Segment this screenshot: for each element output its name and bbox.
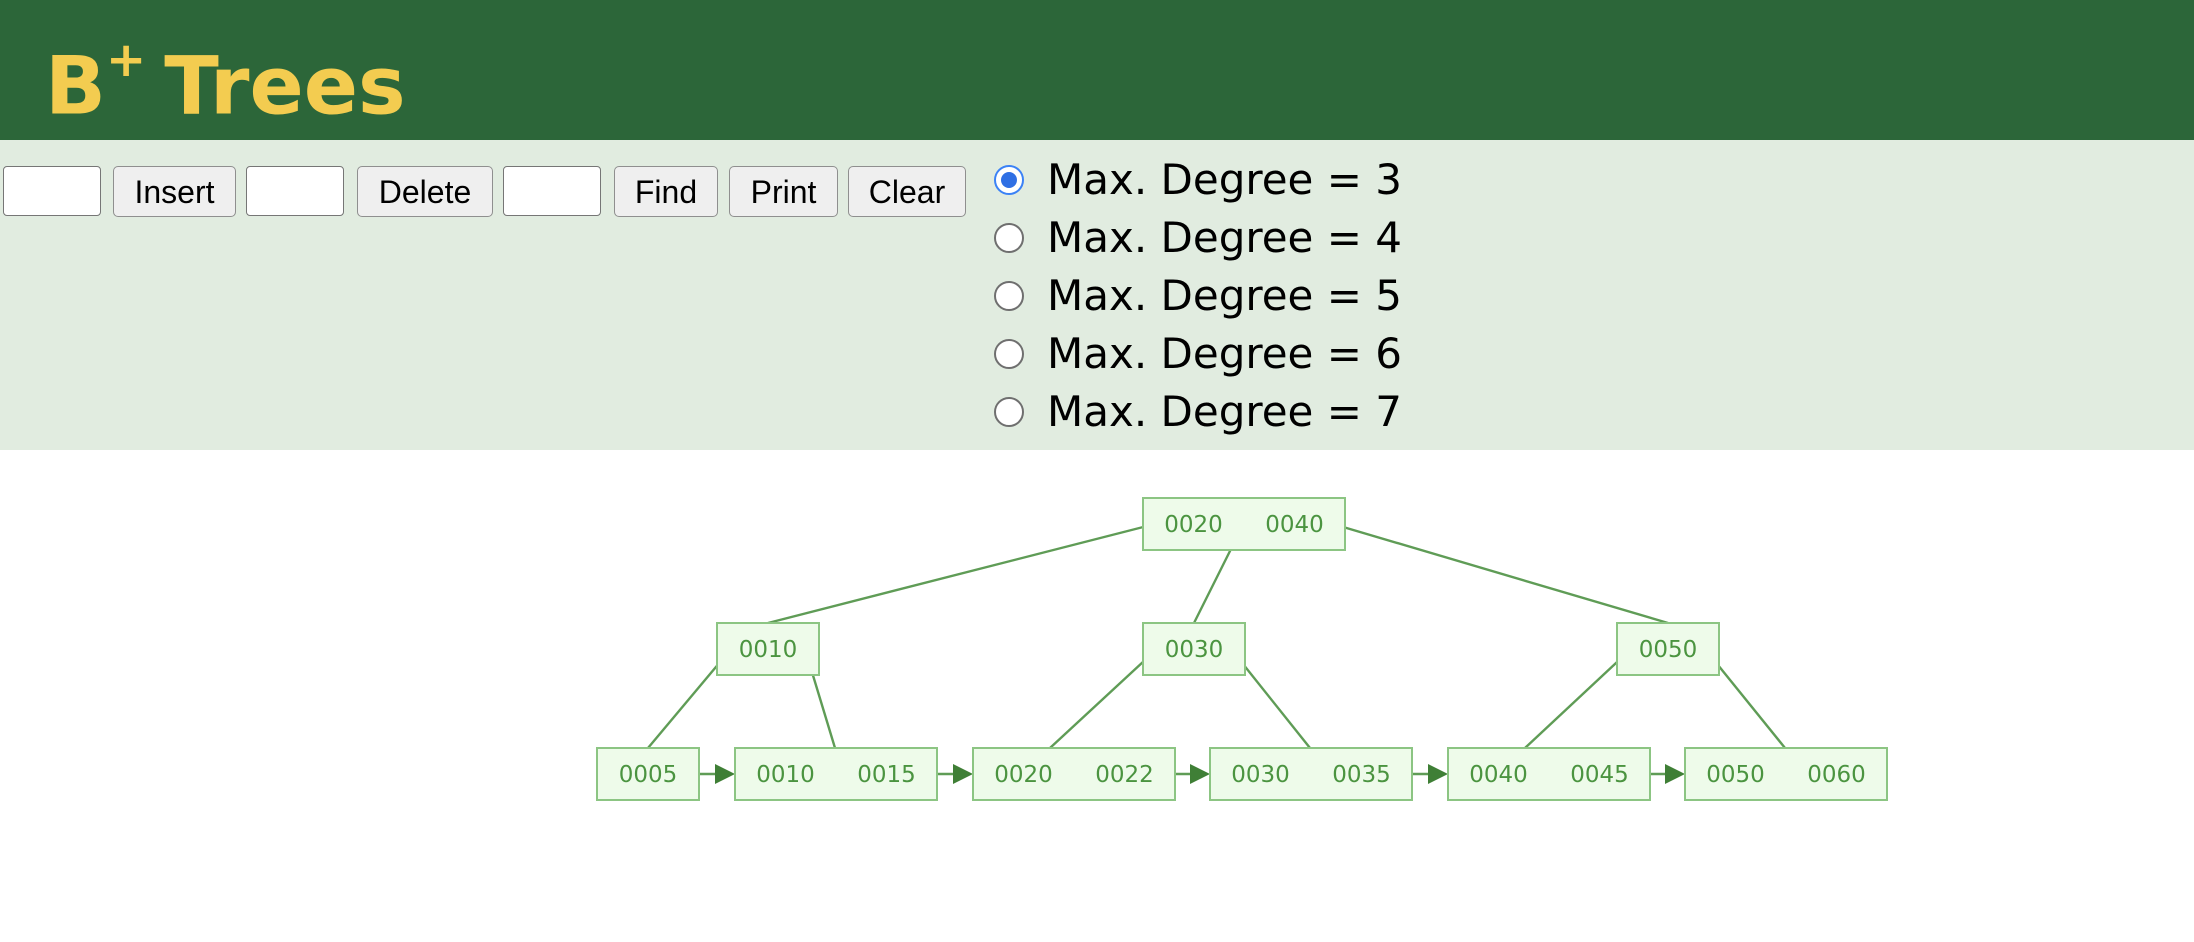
degree-option-5[interactable]: Max. Degree = 5 (994, 273, 1402, 319)
node-key: 0040 (1469, 762, 1528, 788)
title-rest: Trees (164, 39, 406, 133)
degree-option-3[interactable]: Max. Degree = 3 (994, 157, 1402, 203)
insert-input[interactable] (3, 166, 101, 216)
internal-node-1: 0010 (716, 622, 820, 676)
degree-radio-4[interactable] (994, 223, 1024, 253)
leaf-node-3: 0020 0022 (972, 747, 1176, 801)
root-node: 0020 0040 (1142, 497, 1346, 551)
degree-radio-6[interactable] (994, 339, 1024, 369)
page-title: B+ Trees (45, 20, 406, 137)
degree-label-3: Max. Degree = 3 (1047, 155, 1403, 204)
degree-radio-5[interactable] (994, 281, 1024, 311)
arrow-right-icon (1190, 764, 1210, 784)
leaf-node-1: 0005 (596, 747, 700, 801)
find-input[interactable] (503, 166, 601, 216)
arrow-right-icon (1428, 764, 1448, 784)
delete-input[interactable] (246, 166, 344, 216)
tree-edge (1049, 648, 1158, 749)
leaf-node-5: 0040 0045 (1447, 747, 1651, 801)
degree-label-6: Max. Degree = 6 (1047, 329, 1403, 378)
arrow-right-icon (715, 764, 735, 784)
degree-option-4[interactable]: Max. Degree = 4 (994, 215, 1402, 261)
node-key: 0010 (756, 762, 815, 788)
node-key: 0015 (857, 762, 916, 788)
tree-edge (1524, 648, 1632, 749)
tree-edge (1332, 522, 1669, 625)
node-key: 0045 (1570, 762, 1629, 788)
internal-node-3: 0050 (1616, 622, 1720, 676)
node-key: 0030 (1165, 637, 1224, 663)
node-key: 0040 (1265, 512, 1324, 538)
title-b: B (45, 39, 106, 133)
node-key: 0030 (1231, 762, 1290, 788)
title-superscript: + (105, 32, 147, 88)
find-button[interactable]: Find (614, 166, 718, 217)
degree-option-7[interactable]: Max. Degree = 7 (994, 389, 1402, 435)
arrow-right-icon (1665, 764, 1685, 784)
node-key: 0050 (1706, 762, 1765, 788)
leaf-node-6: 0050 0060 (1684, 747, 1888, 801)
node-key: 0060 (1807, 762, 1866, 788)
leaf-node-4: 0030 0035 (1209, 747, 1413, 801)
degree-radio-7[interactable] (994, 397, 1024, 427)
degree-label-4: Max. Degree = 4 (1047, 213, 1403, 262)
bplus-tree-diagram: 0020 0040 0010 0030 0050 0005 0010 0015 0020 0022… (596, 497, 1888, 801)
insert-button[interactable]: Insert (113, 166, 236, 217)
app-header: B+ Trees (0, 0, 2194, 140)
delete-button[interactable]: Delete (357, 166, 493, 217)
leaf-node-2: 0010 0015 (734, 747, 938, 801)
arrow-right-icon (953, 764, 973, 784)
clear-button[interactable]: Clear (848, 166, 966, 217)
node-key: 0050 (1639, 637, 1698, 663)
internal-node-2: 0030 (1142, 622, 1246, 676)
node-key: 0022 (1095, 762, 1154, 788)
tree-edge (767, 522, 1156, 625)
node-key: 0020 (1164, 512, 1223, 538)
degree-label-5: Max. Degree = 5 (1047, 271, 1403, 320)
node-key: 0005 (619, 762, 678, 788)
node-key: 0035 (1332, 762, 1391, 788)
degree-option-6[interactable]: Max. Degree = 6 (994, 331, 1402, 377)
degree-radio-3[interactable] (994, 165, 1024, 195)
print-button[interactable]: Print (729, 166, 838, 217)
node-key: 0010 (739, 637, 798, 663)
tree-nodes: 0020 0040 0010 0030 0050 0005 0010 0015 0020 0022… (596, 497, 1888, 801)
degree-label-7: Max. Degree = 7 (1047, 387, 1403, 436)
node-key: 0020 (994, 762, 1053, 788)
